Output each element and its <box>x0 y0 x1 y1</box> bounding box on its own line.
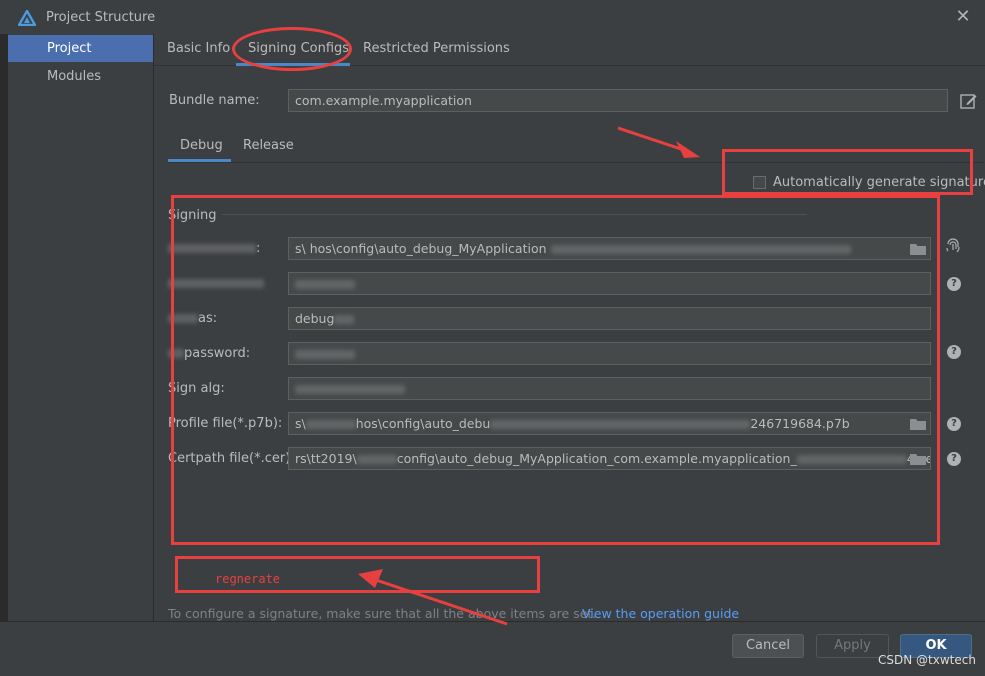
hint-text: To configure a signature, make sure that… <box>168 606 597 621</box>
sidebar: Project Modules <box>8 34 154 621</box>
window-edge <box>0 34 8 675</box>
help-icon[interactable]: ? <box>947 452 961 466</box>
annotation-box-auto-sign <box>722 149 973 195</box>
sidebar-item-modules[interactable]: Modules <box>8 63 153 90</box>
tab-restricted-permissions[interactable]: Restricted Permissions <box>363 41 510 67</box>
operation-guide-link[interactable]: View the operation guide <box>582 606 739 621</box>
bundle-name-label: Bundle name: <box>169 93 260 108</box>
help-icon[interactable]: ? <box>947 277 961 291</box>
subtab-release[interactable]: Release <box>243 138 294 153</box>
active-subtab-indicator <box>168 159 231 162</box>
bundle-name-field[interactable]: com.example.myapplication <box>288 89 948 112</box>
subtab-debug[interactable]: Debug <box>180 138 223 153</box>
help-icon[interactable]: ? <box>947 345 961 359</box>
annotation-ellipse <box>232 27 352 71</box>
cancel-button[interactable]: Cancel <box>732 634 804 658</box>
close-icon[interactable]: ✕ <box>952 6 974 28</box>
watermark-text: CSDN @txwtech <box>878 653 976 667</box>
window-title: Project Structure <box>46 10 156 25</box>
tab-basic-info[interactable]: Basic Info <box>167 41 230 67</box>
sidebar-item-project[interactable]: Project <box>8 35 153 62</box>
fingerprint-icon[interactable] <box>945 237 961 253</box>
edit-icon[interactable] <box>960 92 977 109</box>
help-icon[interactable]: ? <box>947 417 961 431</box>
annotation-text: regnerate <box>215 572 281 586</box>
deveco-logo-icon <box>18 10 36 26</box>
annotation-box-signing <box>171 195 940 545</box>
